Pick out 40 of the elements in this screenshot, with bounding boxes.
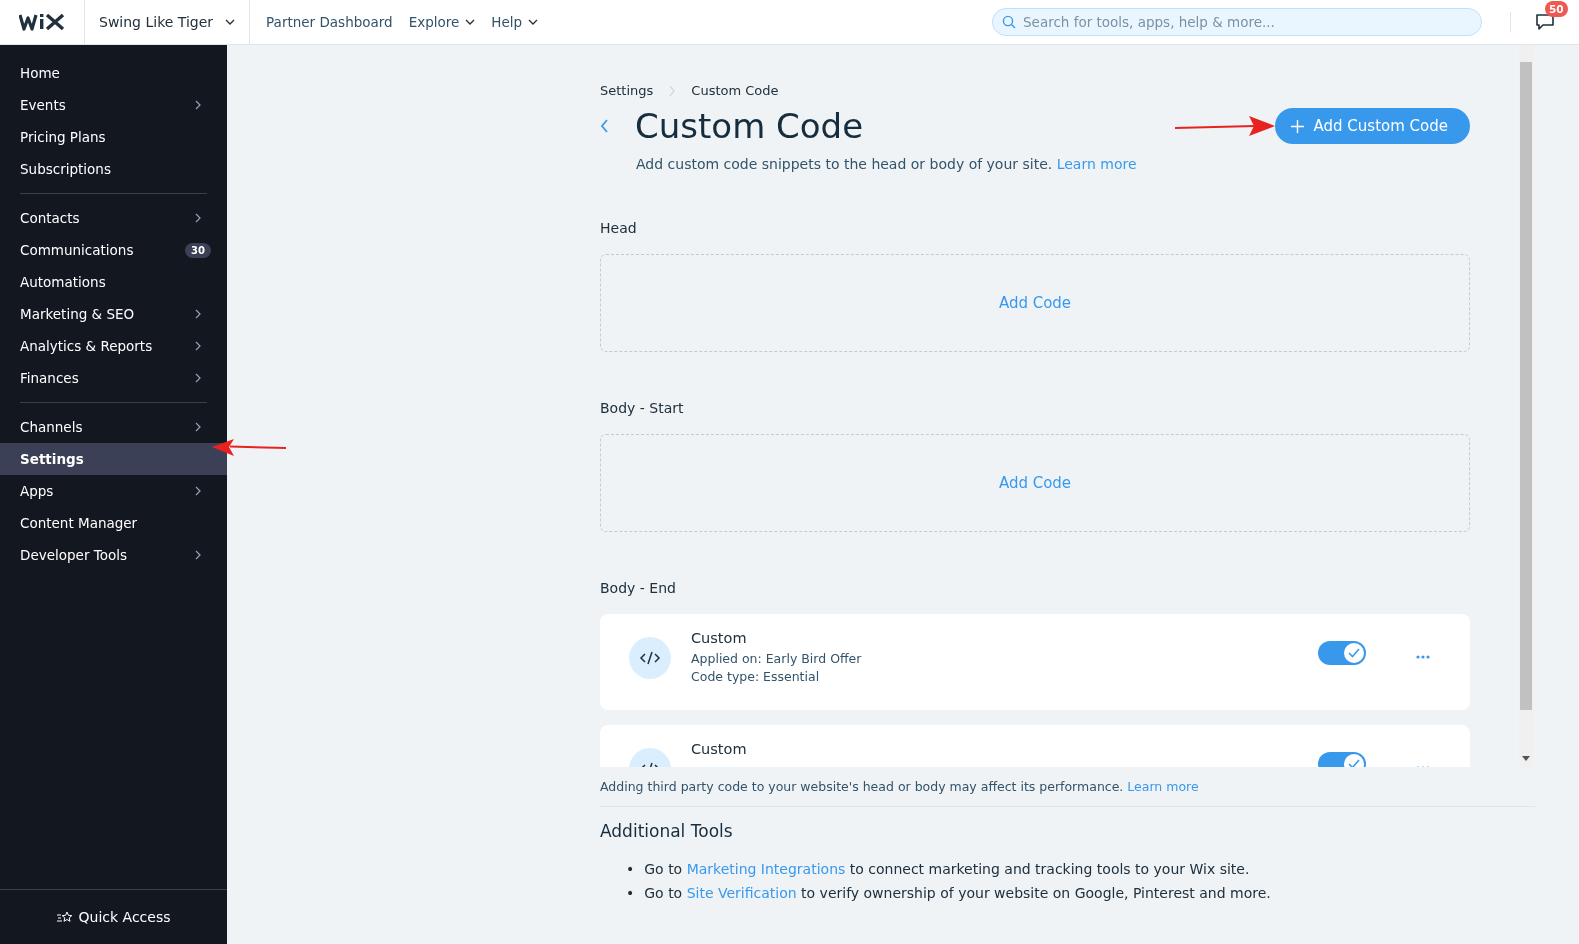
sidebar-item[interactable]: Home	[0, 57, 227, 89]
bullet: •	[626, 860, 635, 879]
sidebar-item[interactable]: Finances	[0, 362, 227, 394]
section-title: Head	[600, 220, 638, 236]
section-title: Body - Start	[600, 400, 685, 416]
breadcrumb-current: Custom Code	[691, 83, 779, 98]
snippet-name: Custom	[691, 741, 747, 757]
sidebar-item[interactable]: Content Manager	[0, 507, 227, 539]
snippet-detail: Code type: Essential	[691, 668, 821, 686]
section-title: Body - End	[600, 580, 677, 596]
footer-note: Adding third party code to your website's head or body may affect its performance. Learn more	[600, 779, 1200, 794]
section-title: Additional Tools	[600, 821, 734, 841]
breadcrumb-link[interactable]: Settings	[600, 83, 654, 98]
page-subtitle: Add custom code snippets to the head or body of your site. Learn more	[636, 156, 1138, 172]
sidebar-item[interactable]: Contacts	[0, 202, 227, 234]
count-badge: 30	[185, 242, 211, 258]
sidebar-item[interactable]: Events	[0, 89, 227, 121]
snippet-detail: Applied on: Early Bird Offer	[691, 650, 862, 668]
nav-menu[interactable]: Explore	[400, 14, 484, 30]
sidebar-item[interactable]: Channels	[0, 411, 227, 443]
sidebar-item[interactable]: Apps	[0, 475, 227, 507]
sidebar-item[interactable]: Developer Tools	[0, 539, 227, 571]
nav-menu[interactable]: Partner Dashboard	[258, 14, 401, 30]
bullet: •	[626, 884, 635, 903]
site-selector[interactable]: Swing Like Tiger	[85, 0, 251, 44]
sidebar-item[interactable]: Subscriptions	[0, 153, 227, 185]
tool-tip-text: Go to Site Verification to verify ownership of your website on Google, Pinterest and more.	[644, 884, 1271, 903]
search-field[interactable]: Search for tools, apps, help & more...	[992, 8, 1482, 36]
sidebar-item[interactable]: Settings	[0, 443, 227, 475]
sidebar-item[interactable]: Automations	[0, 266, 227, 298]
nav-menu[interactable]: Help	[483, 14, 547, 30]
sidebar-item[interactable]: Marketing & SEO	[0, 298, 227, 330]
quick-access-button[interactable]: Quick Access	[50, 908, 177, 926]
sidebar-item[interactable]: Communications 30	[0, 234, 227, 266]
tool-tip-text: Go to Marketing Integrations to connect marketing and tracking tools to your Wix site.	[644, 860, 1250, 879]
page-title: Custom Code	[635, 106, 864, 146]
sidebar-item[interactable]: Pricing Plans	[0, 121, 227, 153]
snippet-name: Custom	[691, 630, 748, 646]
notification-badge: 50	[1545, 1, 1568, 17]
sidebar-item[interactable]: Analytics & Reports	[0, 330, 227, 362]
